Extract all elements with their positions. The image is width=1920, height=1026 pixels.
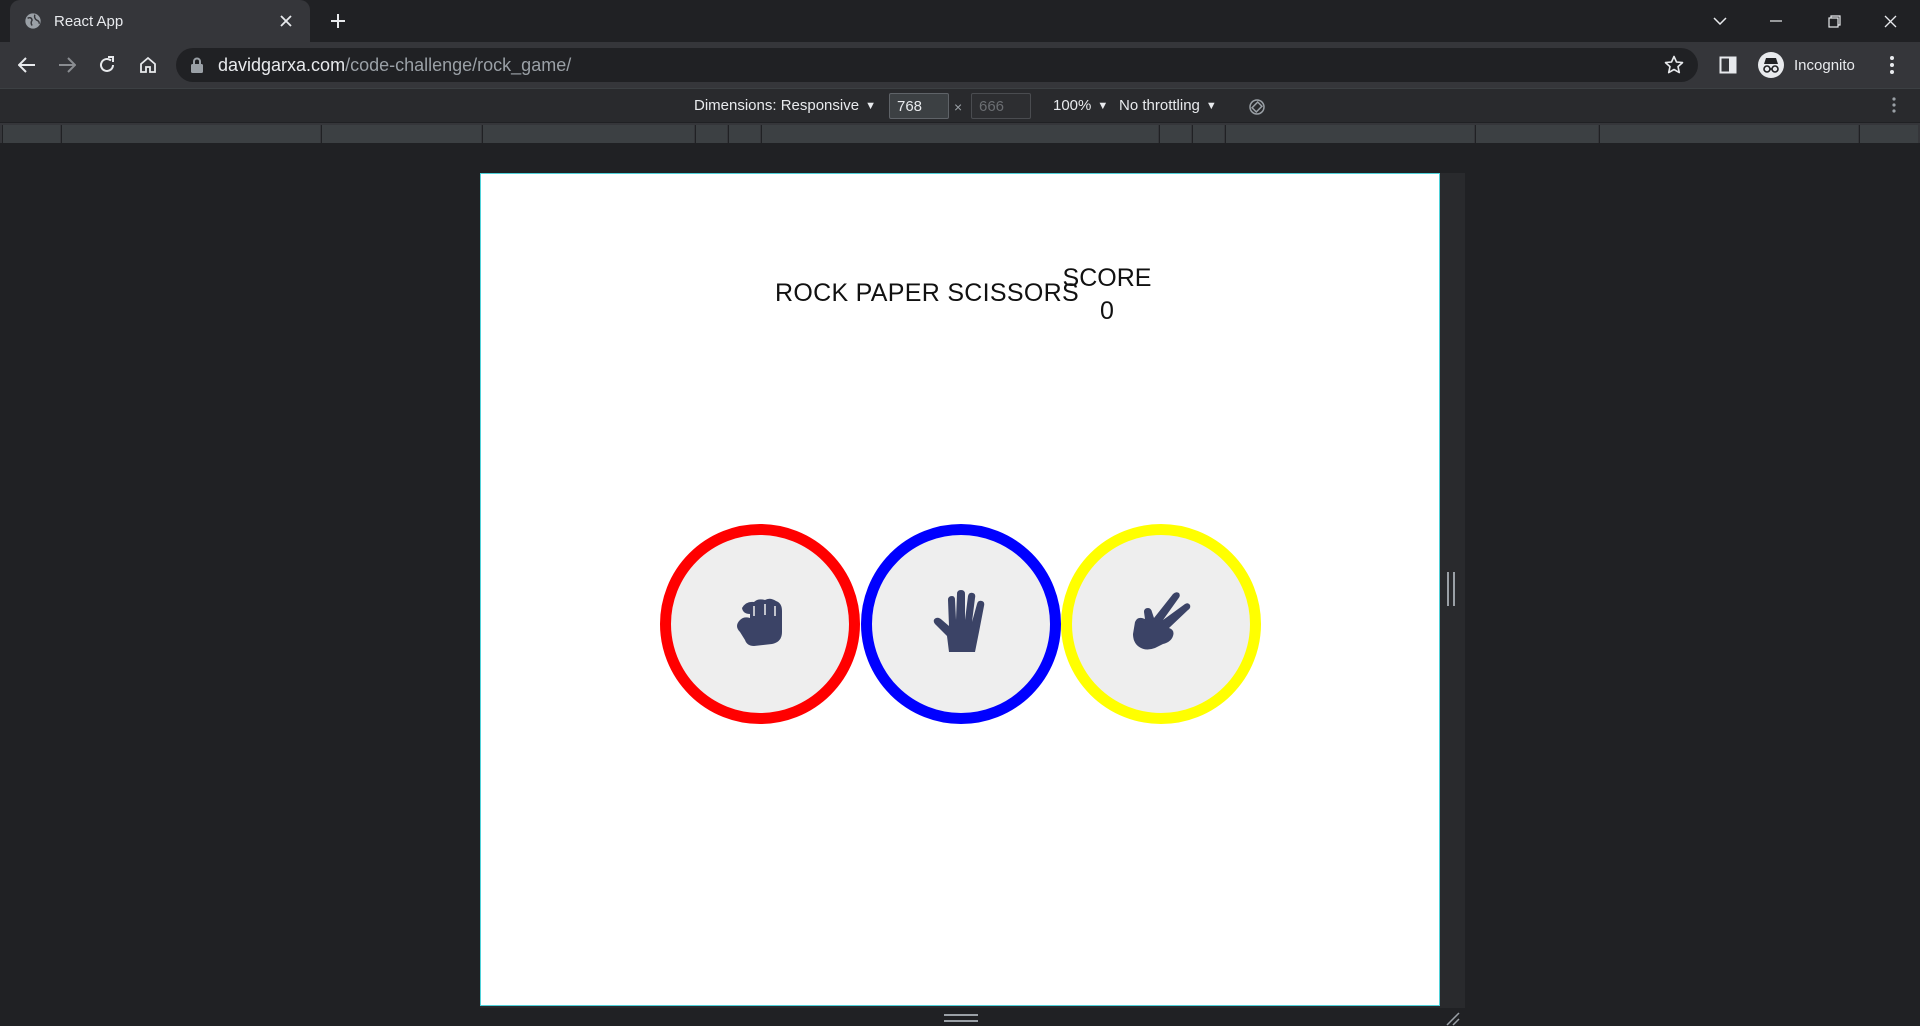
media-query-segment[interactable] [1225, 125, 1474, 143]
restore-icon[interactable] [1806, 0, 1862, 42]
globe-icon [25, 13, 41, 29]
media-query-bar [0, 122, 1920, 144]
caret-down-icon: ▼ [865, 99, 876, 112]
profile-button[interactable]: Incognito [1754, 49, 1870, 81]
throttling-dropdown[interactable]: No throttling ▼ [1119, 97, 1217, 114]
incognito-icon [1758, 52, 1784, 78]
score-box: SCORE 0 [1061, 262, 1153, 328]
viewport-resize-handle-right[interactable] [1447, 572, 1455, 606]
home-icon[interactable] [134, 51, 162, 79]
side-panel-icon[interactable] [1714, 51, 1742, 79]
bookmark-star-icon[interactable] [1664, 55, 1684, 75]
devtools-more-icon[interactable] [1892, 97, 1896, 113]
reload-icon[interactable] [93, 51, 121, 79]
media-query-segment[interactable] [2, 125, 60, 143]
minimize-icon[interactable] [1748, 0, 1804, 42]
tab-title: React App [54, 12, 124, 30]
browser-tab[interactable]: React App [10, 0, 310, 42]
tab-search-icon[interactable] [1692, 0, 1748, 42]
close-window-icon[interactable] [1862, 0, 1918, 42]
profile-label: Incognito [1794, 56, 1855, 74]
url-host: davidgarxa.com [218, 54, 346, 75]
media-query-segment[interactable] [61, 125, 320, 143]
address-bar[interactable]: davidgarxa.com/code-challenge/rock_game/ [176, 48, 1698, 82]
tab-strip: React App [0, 0, 1920, 42]
zoom-label: 100% [1053, 97, 1092, 114]
throttling-label: No throttling [1119, 97, 1200, 114]
media-query-segment[interactable] [482, 125, 694, 143]
viewport-resize-corner-icon[interactable] [1444, 1010, 1460, 1026]
media-query-segment[interactable] [1192, 125, 1224, 143]
media-query-segment[interactable] [1475, 125, 1598, 143]
width-input[interactable]: 768 [889, 93, 949, 119]
dimensions-label: Dimensions: Responsive [694, 97, 860, 114]
media-query-segment[interactable] [728, 125, 760, 143]
open-hand-icon [933, 590, 985, 652]
viewport-resize-handle-bottom[interactable] [944, 1014, 978, 1022]
height-input[interactable]: 666 [971, 93, 1031, 119]
device-toolbar: Dimensions: Responsive ▼ 768 × 666 100% … [0, 88, 1920, 122]
media-query-segment[interactable] [1859, 125, 1918, 143]
rock-button[interactable] [660, 524, 860, 724]
menu-kebab-icon[interactable] [1878, 51, 1906, 79]
rotate-icon[interactable] [1248, 98, 1266, 116]
new-tab-icon[interactable] [326, 9, 350, 33]
dimension-separator: × [954, 99, 963, 115]
fist-icon [737, 598, 782, 646]
media-query-segment[interactable] [1599, 125, 1858, 143]
caret-down-icon: ▼ [1097, 99, 1109, 112]
dimensions-dropdown[interactable]: Dimensions: Responsive ▼ [694, 97, 876, 114]
media-query-segment[interactable] [321, 125, 481, 143]
caret-down-icon: ▼ [1205, 99, 1217, 112]
lock-icon[interactable] [190, 57, 204, 73]
url-path: /code-challenge/rock_game/ [345, 54, 572, 75]
forward-icon[interactable] [53, 51, 81, 79]
media-query-segment[interactable] [695, 125, 727, 143]
scissors-hand-icon [1133, 592, 1191, 650]
media-query-segment[interactable] [761, 125, 1158, 143]
back-icon[interactable] [13, 51, 41, 79]
score-label: SCORE [1062, 264, 1152, 292]
close-tab-icon[interactable] [276, 11, 296, 31]
paper-button[interactable] [861, 524, 1061, 724]
zoom-dropdown[interactable]: 100% ▼ [1053, 97, 1108, 114]
game-title: ROCK PAPER SCISSORS [775, 279, 1079, 307]
score-value: 0 [1100, 297, 1114, 325]
browser-toolbar: davidgarxa.com/code-challenge/rock_game/… [0, 42, 1920, 88]
media-query-segment[interactable] [1159, 125, 1191, 143]
scissors-button[interactable] [1061, 524, 1261, 724]
game-page: ROCK PAPER SCISSORS SCORE 0 [480, 173, 1440, 1006]
